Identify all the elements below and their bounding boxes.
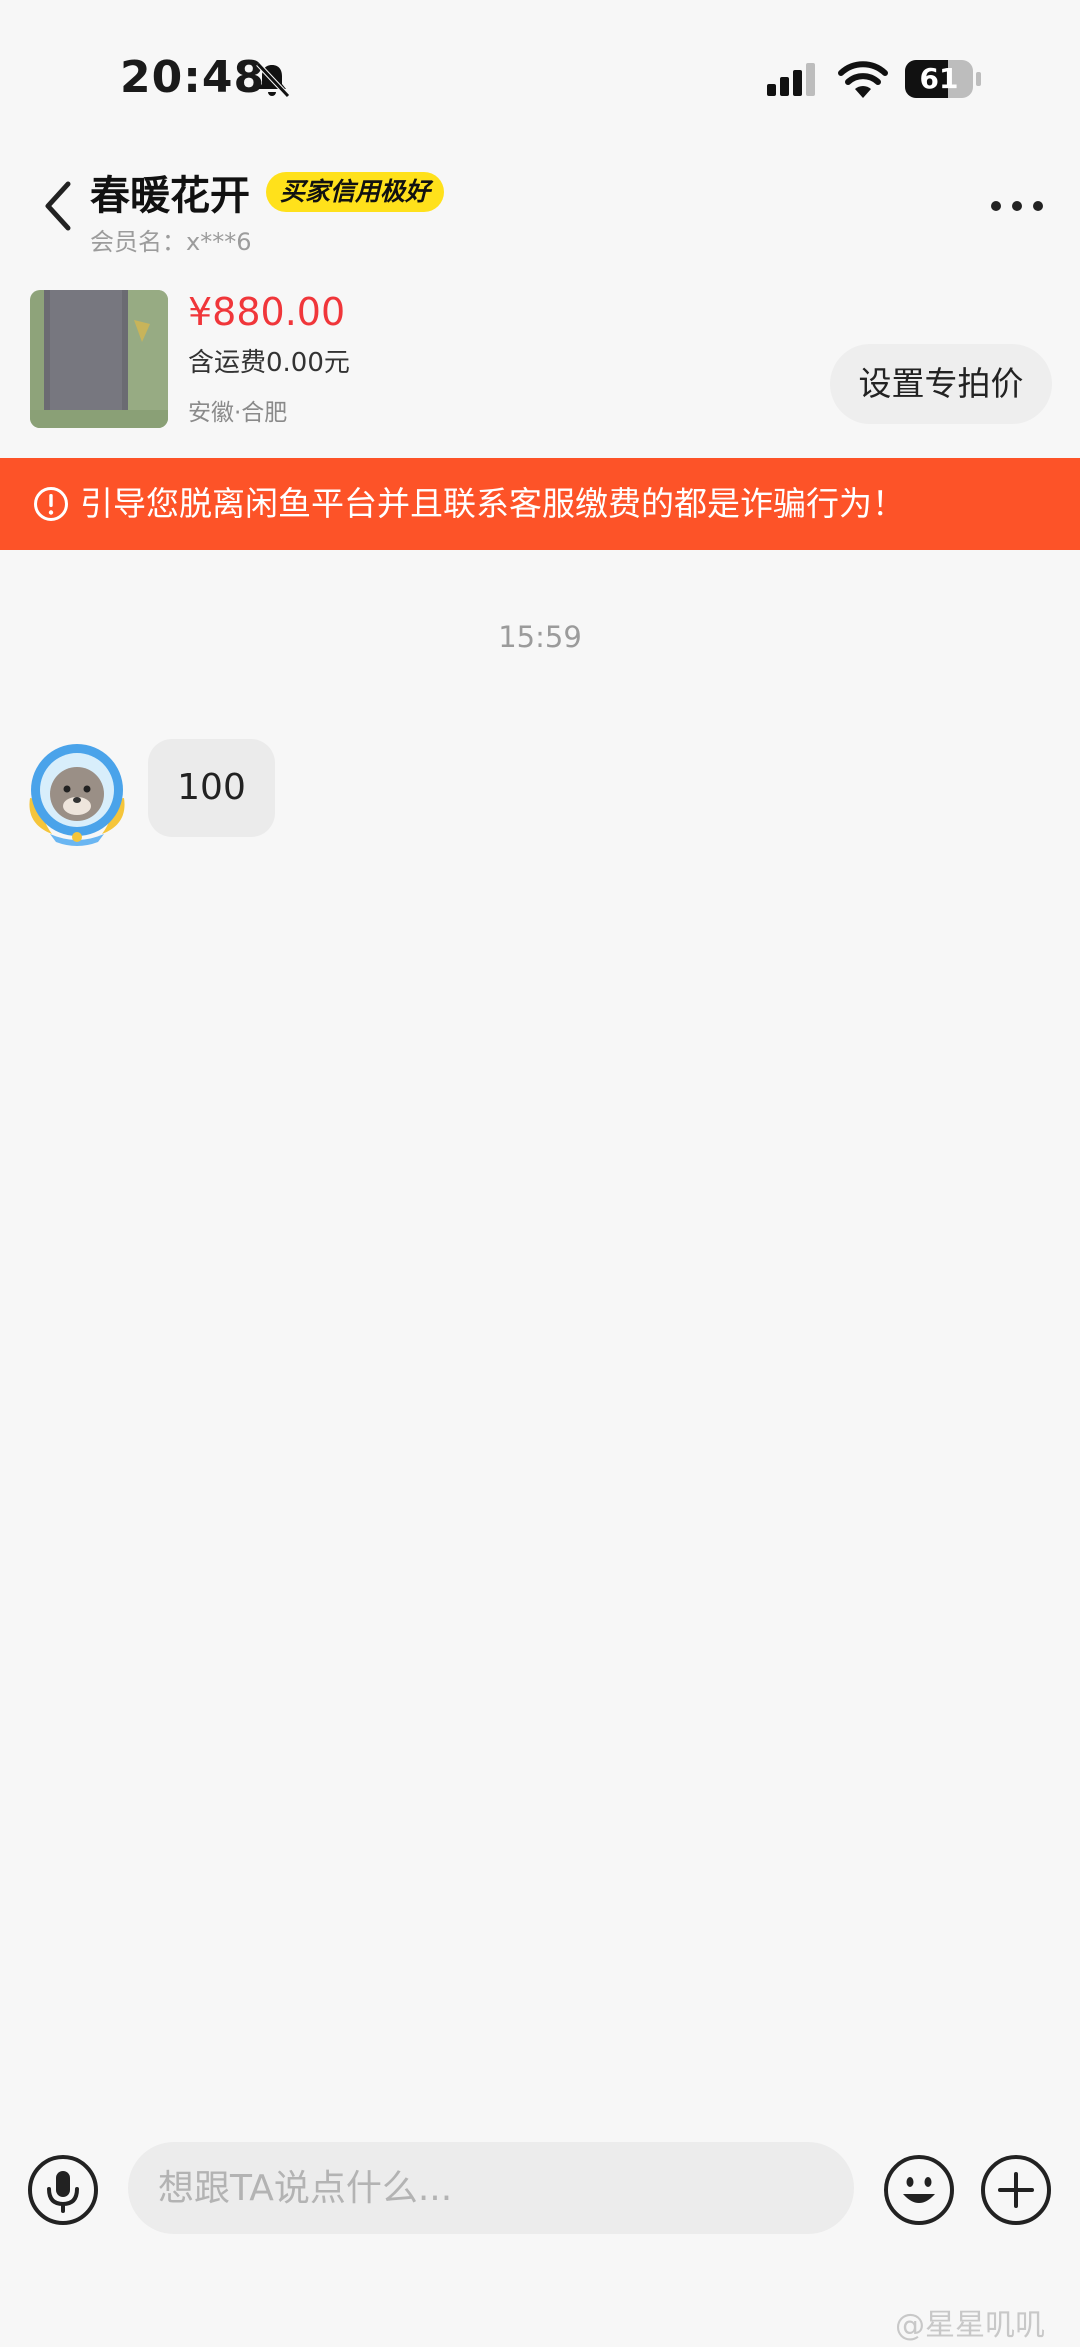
exclamation-circle-icon — [34, 487, 68, 521]
message-input[interactable] — [128, 2142, 854, 2234]
seller-name[interactable]: 春暖花开 — [90, 163, 250, 221]
status-bar: 20:48 61 — [0, 0, 1080, 150]
fraud-warning-banner: 引导您脱离闲鱼平台并且联系客服缴费的都是诈骗行为！ — [0, 458, 1080, 550]
battery-icon: 61 — [904, 58, 984, 100]
watermark: @星星叽叽 — [895, 2308, 1045, 2343]
set-special-price-button[interactable]: 设置专拍价 — [830, 344, 1052, 424]
status-time: 20:48 — [120, 52, 266, 103]
product-location: 安徽·合肥 — [188, 400, 288, 426]
product-thumbnail[interactable] — [30, 290, 168, 428]
credit-badge: 买家信用极好 — [266, 172, 445, 212]
message-bubble[interactable]: 100 — [148, 739, 275, 837]
shipping-fee: 含运费0.00元 — [188, 348, 350, 378]
avatar[interactable] — [22, 738, 132, 848]
bell-muted-icon — [256, 62, 290, 98]
chat-timestamp: 15:59 — [498, 620, 582, 654]
wifi-icon — [838, 61, 888, 98]
battery-level: 61 — [919, 62, 959, 95]
member-label: 会员名：x***6 — [90, 228, 252, 256]
back-chevron-icon[interactable] — [40, 180, 76, 232]
plus-icon[interactable] — [980, 2154, 1052, 2226]
warning-text: 引导您脱离闲鱼平台并且联系客服缴费的都是诈骗行为！ — [80, 484, 905, 523]
emoji-icon[interactable] — [883, 2154, 955, 2226]
more-dots-icon[interactable] — [990, 196, 1044, 216]
cellular-signal-icon — [767, 63, 815, 96]
product-price: ¥880.00 — [188, 290, 346, 334]
microphone-icon[interactable] — [27, 2154, 99, 2226]
